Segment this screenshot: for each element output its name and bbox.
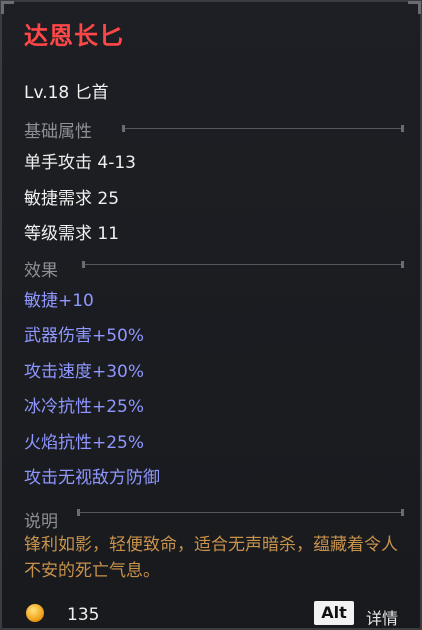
alt-key-hint[interactable]: Alt [314,601,354,625]
stat-level-requirement: 等级需求 11 [24,224,120,244]
gold-coin-icon [26,604,44,622]
section-divider [77,509,404,516]
gold-value: 135 [67,605,100,625]
corner-ornament [1,1,14,14]
item-name: 达恩长匕 [24,22,124,50]
effect-item: 攻击无视敌方防御 [24,468,160,488]
effect-item: 火焰抗性+25% [24,433,145,453]
section-basic-title: 基础属性 [24,122,92,142]
effect-item: 武器伤害+50% [24,326,145,346]
item-description: 锋利如影，轻便致命，适合无声暗杀，蕴藏着令人不安的死亡气息。 [24,535,398,581]
item-level-type: Lv.18 匕首 [24,83,109,103]
section-effects-title: 效果 [24,261,58,281]
stat-attack: 单手攻击 4-13 [24,153,136,173]
stat-dex-requirement: 敏捷需求 25 [24,189,120,209]
corner-ornament [408,1,421,14]
section-divider [122,125,404,132]
item-tooltip: 达恩长匕 Lv.18 匕首 基础属性 单手攻击 4-13 敏捷需求 25 等级需… [0,0,422,630]
detail-label[interactable]: 详情 [366,605,398,629]
section-description-title: 说明 [24,512,58,532]
section-divider [82,261,404,268]
effect-item: 敏捷+10 [24,291,94,311]
effect-item: 攻击速度+30% [24,362,145,382]
tooltip-footer: 135 Alt 详情 [2,600,420,630]
effect-item: 冰冷抗性+25% [24,397,145,417]
